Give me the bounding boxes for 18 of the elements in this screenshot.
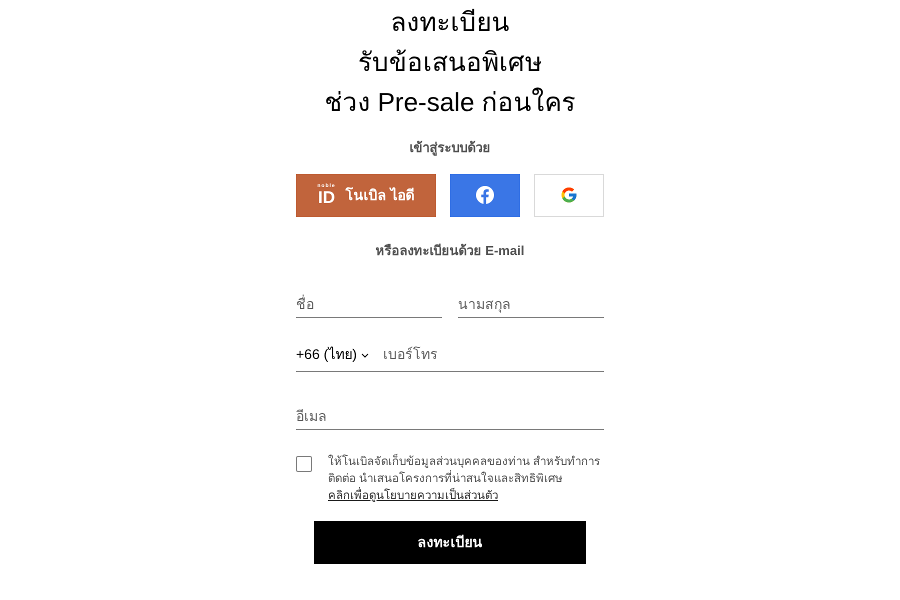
last-name-field[interactable]: นามสกุล	[458, 292, 604, 318]
phone-field[interactable]: +66 (ไทย) เบอร์โทร	[296, 342, 604, 372]
login-label: เข้าสู่ระบบด้วย	[408, 139, 492, 158]
email-field[interactable]: อีเมล	[296, 404, 604, 430]
country-code-select[interactable]: +66 (ไทย)	[296, 344, 369, 365]
chevron-down-icon	[360, 352, 369, 358]
heading-line: ลงทะเบียน	[390, 6, 510, 39]
facebook-button[interactable]	[450, 174, 520, 216]
google-icon	[560, 186, 578, 204]
heading-line: รับข้อเสนอพิเศษ	[357, 46, 543, 79]
email-label: หรือลงทะเบียนด้วย E-mail	[374, 242, 526, 260]
heading-line: ช่วง Pre-sale ก่อนใคร	[323, 86, 577, 119]
consent-checkbox[interactable]	[296, 456, 312, 472]
register-button[interactable]: ลงทะเบียน	[314, 521, 586, 564]
first-name-field[interactable]: ชื่อ	[296, 292, 442, 318]
google-button[interactable]	[534, 174, 604, 216]
consent-text: ให้โนเบิลจัดเก็บข้อมูลส่วนบุคคลของท่าน สำหรับทำการติดต่อ นำเสนอโครงการที่น่าสนใจและสิทธิพิเศษ คลิกเพื่อดูนโยบายความเป็นส่วนตัว	[328, 454, 604, 505]
facebook-icon	[476, 186, 494, 204]
